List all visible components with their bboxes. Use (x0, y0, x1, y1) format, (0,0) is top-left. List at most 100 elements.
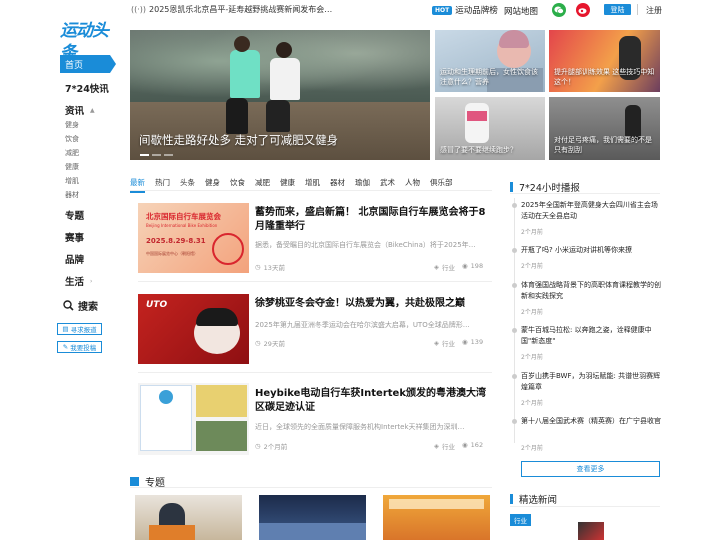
brand-rank-link[interactable]: HOT 运动品牌榜 (432, 4, 498, 16)
submit-article-button[interactable]: ✎ 我要投稿 (57, 341, 102, 353)
clock-icon: ◷ (255, 339, 261, 347)
article-category[interactable]: ◈ 行业 (434, 441, 455, 451)
thumb-card[interactable]: 提升腿部训练效果 这些技巧中知这个！ (549, 30, 660, 92)
hero-caption: 间歇性走路好处多 走对了可减肥又健身 (139, 133, 339, 147)
wechat-icon[interactable] (552, 3, 566, 17)
nav-news[interactable]: 资讯 ▲ (65, 103, 95, 117)
nav-flash[interactable]: 7*24快讯 (65, 81, 109, 95)
article-views-text: 139 (470, 338, 484, 346)
nav-home[interactable]: 首页 (60, 55, 116, 73)
article-time-text: 2个月前 (263, 443, 288, 451)
thumb-caption: 提升腿部训练效果 这些技巧中知这个！ (554, 68, 655, 86)
flash-item[interactable]: 体育强国战略背景下的高职体育课程教学的创新和实践探究 (521, 280, 661, 302)
flash-item[interactable]: 蒙牛百城马拉松: 以奔跑之姿，诠释健康中国"新态度" (521, 325, 661, 347)
timeline-dot (512, 419, 517, 424)
chevron-right-icon: › (90, 277, 93, 285)
thumb-caption: 感冒了要不要继续跑步？ (440, 146, 517, 154)
hero-slide[interactable]: 间歇性走路好处多 走对了可减肥又健身 (130, 30, 430, 160)
tab-divider (130, 190, 492, 191)
nav-sub-diet[interactable]: 饮食 (65, 134, 79, 144)
article-image[interactable] (138, 383, 249, 455)
timeline-line (514, 198, 515, 443)
article-time-text: 13天前 (263, 264, 285, 272)
flash-item[interactable]: 2025年全国新年登高健身大会四川省主会场活动在天全县启动 (521, 200, 661, 222)
nav-brands[interactable]: 品牌 (65, 252, 84, 266)
slide-dot[interactable] (152, 154, 161, 156)
event-photo (196, 421, 247, 451)
slide-indicators[interactable] (140, 154, 173, 156)
article-views: ◉ 198 (462, 262, 483, 270)
flash-item[interactable]: 百岁山携手BWF，为羽坛赋能: 共谱世羽赛辉煌篇章 (521, 371, 661, 393)
certificate-seal (159, 390, 173, 404)
thumb-card[interactable]: 对付足弓疼痛，我们需要的不是只有刮刮 (549, 97, 660, 160)
article-summary: 近日，全球领先的全面质量保障服务机构Intertek天祥集团为深圳… (255, 423, 465, 431)
timeline-dot (512, 203, 517, 208)
bike-icon (212, 233, 244, 265)
article-views: ◉ 139 (462, 338, 483, 346)
article-divider (138, 372, 492, 373)
thumb-card[interactable]: 感冒了要不要继续跑步？ (435, 97, 545, 160)
flash-time: 2个月前 (521, 309, 543, 316)
nav-search[interactable]: 搜索 (63, 298, 98, 313)
flash-item[interactable]: 开瓶了吗? 小米运动对讲机等你来撩 (521, 245, 661, 256)
topic-card[interactable] (135, 495, 242, 540)
nav-news-label: 资讯 (65, 106, 85, 117)
tag-icon: ◈ (434, 442, 439, 450)
article-image[interactable]: UTO (138, 294, 249, 364)
article-divider (138, 281, 492, 282)
picks-logo (578, 522, 604, 540)
slide-dot[interactable] (164, 154, 173, 156)
edit-icon: ✎ (62, 343, 69, 351)
nav-events[interactable]: 赛事 (65, 230, 84, 244)
article-title[interactable]: 徐梦桃亚冬会夺金！以热爱为翼，共赴极限之巅 (255, 297, 491, 311)
weibo-icon[interactable] (576, 3, 590, 17)
certificate-image (140, 385, 192, 451)
flash-divider (510, 193, 660, 194)
header-marker (510, 182, 513, 192)
nav-sub-fitness[interactable]: 健身 (65, 120, 79, 130)
article-title[interactable]: 蓄势而来，盛启新篇！ 北京国际自行车展览会将于8月隆重举行 (255, 206, 491, 234)
thumb-figure (465, 103, 489, 143)
expo-subtitle: Beijing International Bike Exhibition (146, 223, 218, 228)
nav-sub-health[interactable]: 健康 (65, 162, 79, 172)
timeline-dot (512, 374, 517, 379)
view-more-button[interactable]: 查看更多 (521, 461, 660, 477)
runner-figure (270, 58, 300, 100)
broadcast-icon: ((·)) (131, 5, 147, 14)
hot-badge: HOT (432, 5, 453, 15)
register-link[interactable]: 注册 (646, 5, 662, 16)
topic-card[interactable] (383, 495, 490, 540)
topic-card[interactable] (259, 495, 366, 540)
tag-icon: ◈ (434, 339, 439, 347)
sitemap-link[interactable]: 网站地图 (504, 5, 538, 17)
nav-sub-muscle[interactable]: 增肌 (65, 176, 79, 186)
eye-icon: ◉ (462, 262, 468, 270)
flash-item[interactable]: 第十八届全国武术赛（精英赛）在广宁县收官 (521, 416, 661, 427)
news-ticker[interactable]: ((·)) 2025恩凯乐北京昌平-延寿越野挑战赛新闻发布会… (131, 4, 332, 15)
eye-icon: ◉ (462, 338, 468, 346)
nav-topics[interactable]: 专题 (65, 208, 84, 222)
article-image[interactable]: 北京国际自行车展览会 Beijing International Bike Ex… (138, 203, 249, 273)
timeline-dot (512, 283, 517, 288)
report-request-button[interactable]: ▤ 寻求报道 (57, 323, 102, 335)
picks-divider (510, 506, 660, 507)
article-category[interactable]: ◈ 行业 (434, 262, 455, 272)
flash-title: 7*24小时播报 (519, 183, 580, 194)
section-marker (130, 477, 139, 486)
thumb-card[interactable]: 运动和生理期前后，女性饮食该注意什么？营养 (435, 30, 545, 92)
article-views-text: 198 (470, 262, 484, 270)
article-summary: 2025年第九届亚洲冬季运动会在哈尔滨盛大启幕，UTO全球品牌形… (255, 321, 470, 329)
topic-jacket (149, 525, 195, 540)
chevron-up-icon: ▲ (90, 106, 95, 114)
article-title[interactable]: Heybike电动自行车获Intertek颁发的粤港澳大湾区碳足迹认证 (255, 387, 491, 415)
article-time: ◷ 13天前 (255, 262, 285, 272)
slide-dot[interactable] (140, 154, 149, 156)
thumb-caption: 运动和生理期前后，女性饮食该注意什么？营养 (440, 68, 538, 86)
nav-sub-weightloss[interactable]: 减肥 (65, 148, 79, 158)
article-category[interactable]: ◈ 行业 (434, 338, 455, 348)
nav-sub-equipment[interactable]: 器材 (65, 190, 79, 200)
login-button[interactable]: 登陆 (604, 4, 631, 15)
article-views: ◉ 162 (462, 441, 483, 449)
picks-tag[interactable]: 行业 (510, 514, 531, 526)
nav-life[interactable]: 生活 › (65, 274, 92, 288)
